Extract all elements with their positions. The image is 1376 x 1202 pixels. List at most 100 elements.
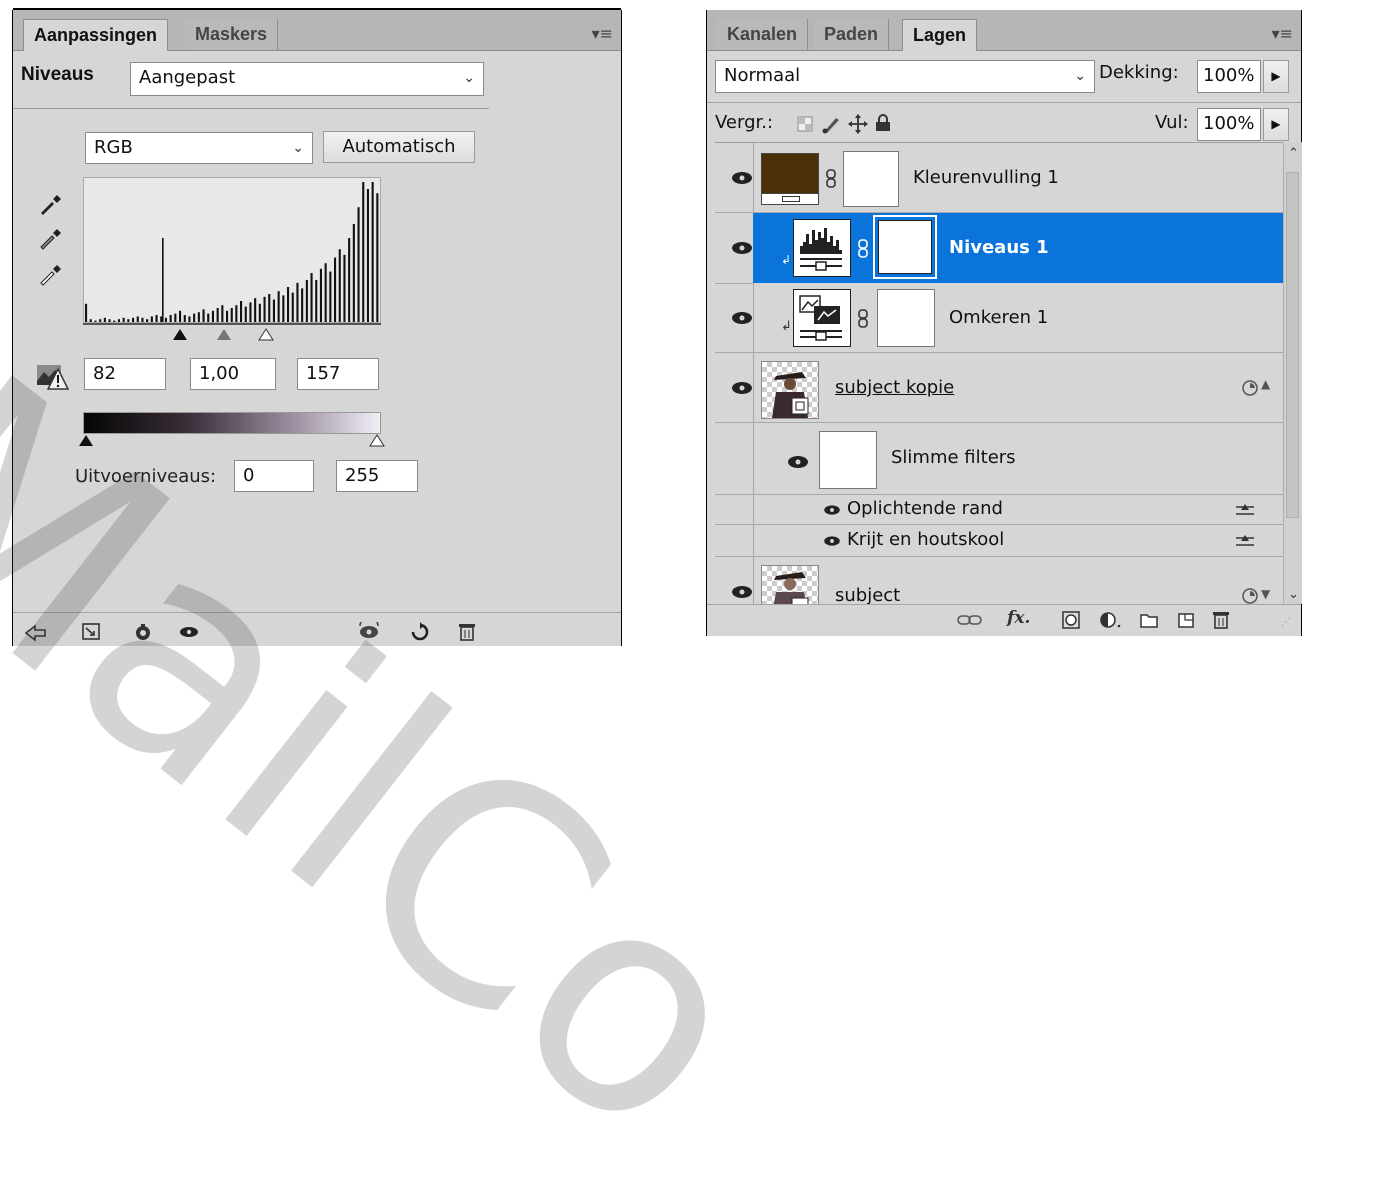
- layer-mask-selected-frame[interactable]: [873, 215, 937, 279]
- collapse-arrow-icon[interactable]: ▲: [1261, 377, 1270, 391]
- layer-mask-thumbnail: [878, 220, 932, 274]
- trash-icon[interactable]: [1212, 610, 1230, 630]
- invert-adjustment-thumbnail: [793, 289, 851, 347]
- input-gamma-field[interactable]: 1,00: [190, 358, 276, 390]
- scrollbar-thumb[interactable]: [1286, 172, 1299, 518]
- panel-menu-icon[interactable]: ▾≡: [1272, 24, 1293, 43]
- view-previous-icon[interactable]: [133, 622, 153, 642]
- auto-button[interactable]: Automatisch: [323, 131, 475, 163]
- visibility-eye-icon[interactable]: [729, 379, 755, 397]
- person-image-icon: [773, 572, 809, 605]
- mask-icon[interactable]: [1062, 611, 1080, 629]
- lock-pixels-brush-icon[interactable]: [821, 114, 841, 134]
- back-arrow-icon[interactable]: [25, 624, 47, 642]
- clip-to-layer-icon[interactable]: [81, 622, 103, 642]
- levels-histogram-icon: [800, 228, 842, 271]
- visibility-eye-icon[interactable]: [821, 503, 843, 517]
- visibility-eye-icon[interactable]: [729, 239, 755, 257]
- preset-dropdown[interactable]: Aangepast ⌄: [130, 62, 484, 96]
- histogram-bar: [179, 310, 182, 322]
- layer-mask-thumbnail[interactable]: [877, 289, 935, 347]
- scroll-up-icon[interactable]: ⌃: [1288, 146, 1299, 161]
- blending-options-icon[interactable]: [1235, 534, 1255, 548]
- tab-paden[interactable]: Paden: [814, 19, 890, 50]
- clipping-warning-icon[interactable]: [36, 361, 70, 391]
- person-image-icon: [772, 372, 809, 418]
- fill-field[interactable]: 100%: [1197, 108, 1261, 141]
- layer-row-kleurenvulling[interactable]: Kleurenvulling 1: [715, 143, 1283, 213]
- layer-name: Kleurenvulling 1: [913, 167, 1059, 188]
- output-black-field[interactable]: 0: [234, 460, 314, 492]
- blending-options-icon[interactable]: [1235, 503, 1255, 517]
- input-black-field[interactable]: 82: [84, 358, 166, 390]
- fill-arrow-button[interactable]: ▶: [1263, 108, 1289, 141]
- smart-filter-icon[interactable]: [1241, 587, 1259, 605]
- reset-view-icon[interactable]: [358, 622, 382, 642]
- tab-kanalen[interactable]: Kanalen: [717, 19, 809, 50]
- resize-grip-icon[interactable]: ⋰: [1281, 617, 1291, 628]
- output-white-slider-icon[interactable]: [369, 434, 385, 448]
- histogram-bar: [207, 313, 210, 322]
- output-white-field[interactable]: 255: [336, 460, 418, 492]
- tab-maskers[interactable]: Maskers: [185, 19, 279, 50]
- opacity-arrow-button[interactable]: ▶: [1263, 60, 1289, 93]
- layer-row-omkeren[interactable]: ↲ Omkeren 1: [715, 283, 1283, 353]
- histogram-bar: [127, 319, 130, 322]
- layer-row-subject-kopie[interactable]: subject kopie ▲: [715, 353, 1283, 601]
- input-white-field[interactable]: 157: [297, 358, 379, 390]
- black-eyedropper-icon[interactable]: [38, 190, 64, 216]
- white-eyedropper-icon[interactable]: [38, 260, 64, 286]
- expand-arrow-icon[interactable]: ▼: [1261, 587, 1270, 601]
- divider: [13, 108, 489, 109]
- histogram-bar: [193, 313, 196, 322]
- fx-icon[interactable]: fx.: [1007, 608, 1030, 628]
- histogram-bar: [150, 316, 153, 322]
- tab-aanpassingen[interactable]: Aanpassingen: [23, 19, 169, 51]
- layer-row-smart-filters[interactable]: Slimme filters: [715, 423, 1283, 495]
- tab-lagen[interactable]: Lagen: [902, 19, 978, 51]
- new-layer-icon[interactable]: [1177, 612, 1195, 628]
- histogram-bar: [287, 287, 290, 322]
- input-gamma-slider-icon[interactable]: [215, 328, 233, 342]
- channel-dropdown[interactable]: RGB ⌄: [85, 132, 313, 164]
- scroll-down-icon[interactable]: ⌄: [1288, 587, 1299, 602]
- visibility-eye-icon[interactable]: [821, 534, 843, 548]
- fill-color-thumbnail: [761, 153, 819, 205]
- layer-row-subject[interactable]: subject ▼: [715, 557, 1283, 605]
- folder-icon[interactable]: [1140, 612, 1158, 628]
- adjustment-icon[interactable]: [1099, 611, 1123, 629]
- adjustment-type-label: Niveaus: [21, 64, 94, 85]
- histogram-bar: [85, 303, 88, 322]
- layer-name: Niveaus 1: [949, 237, 1049, 258]
- layer-row-oplichtende-rand[interactable]: Oplichtende rand: [715, 495, 1283, 525]
- trash-icon[interactable]: [458, 622, 476, 642]
- layer-mask-thumbnail[interactable]: [843, 151, 899, 207]
- smart-filter-icon[interactable]: [1241, 379, 1259, 397]
- input-black-slider-icon[interactable]: [171, 328, 189, 342]
- layers-scrollbar[interactable]: ⌃ ⌄: [1283, 142, 1302, 604]
- opacity-field[interactable]: 100%: [1197, 60, 1261, 93]
- output-black-slider-icon[interactable]: [78, 434, 94, 448]
- visibility-eye-icon[interactable]: [729, 169, 755, 187]
- lock-position-move-icon[interactable]: [848, 114, 868, 134]
- visibility-eye-icon[interactable]: [785, 453, 811, 471]
- lock-transparency-icon[interactable]: [797, 116, 813, 132]
- link-chain-icon[interactable]: [825, 169, 837, 189]
- visibility-eye-icon[interactable]: [729, 583, 755, 601]
- visibility-eye-icon[interactable]: [729, 309, 755, 327]
- layer-row-niveaus[interactable]: ↲ Niveaus 1: [715, 213, 1283, 284]
- histogram: [83, 177, 381, 323]
- adjustments-tab-bar: Aanpassingen Maskers ▾≡: [13, 10, 621, 51]
- link-layers-icon[interactable]: [957, 613, 983, 627]
- panel-menu-icon[interactable]: ▾≡: [592, 24, 613, 43]
- reset-icon[interactable]: [410, 622, 430, 642]
- link-chain-icon[interactable]: [857, 239, 869, 259]
- visibility-eye-icon[interactable]: [178, 625, 200, 639]
- blend-mode-dropdown[interactable]: Normaal ⌄: [715, 60, 1095, 93]
- link-chain-icon[interactable]: [857, 309, 869, 329]
- input-white-slider-icon[interactable]: [257, 328, 275, 342]
- layer-row-krijt-en-houtskool[interactable]: Krijt en houtskool: [715, 525, 1283, 557]
- gray-eyedropper-icon[interactable]: [38, 224, 64, 250]
- filter-mask-thumbnail[interactable]: [819, 431, 877, 489]
- lock-all-icon[interactable]: [875, 114, 891, 132]
